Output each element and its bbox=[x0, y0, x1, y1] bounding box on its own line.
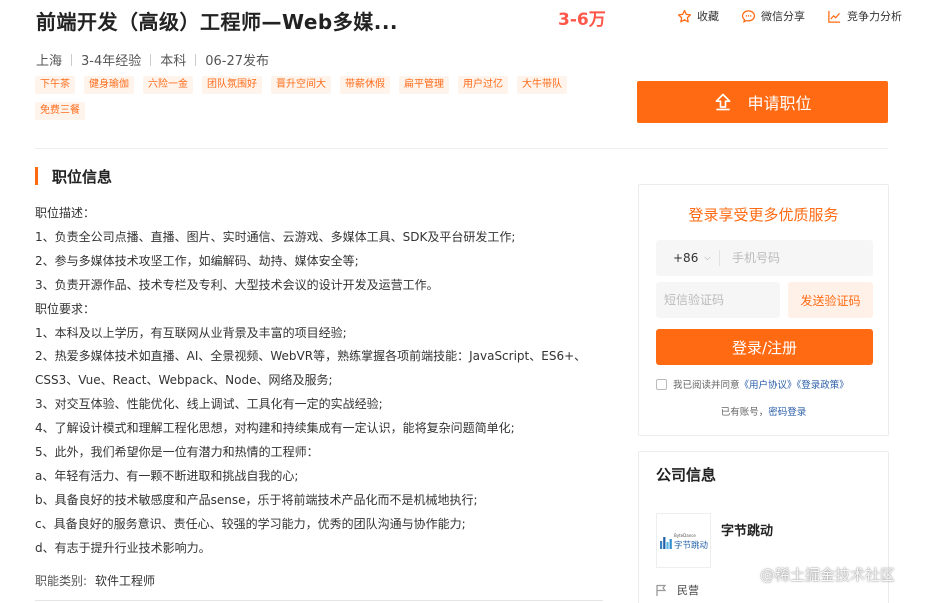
description-line: 3、负责开源作品、技术专栏及专利、大型技术会议的设计开发及运营工作。 bbox=[35, 277, 439, 292]
benefit-tag: 大牛带队 bbox=[517, 76, 567, 94]
favorite-label: 收藏 bbox=[697, 10, 719, 23]
wechat-share-label: 微信分享 bbox=[761, 10, 805, 23]
country-code-value: +86 bbox=[673, 251, 699, 265]
meta-divider bbox=[195, 53, 197, 66]
agree-checkbox[interactable] bbox=[656, 378, 667, 390]
job-title: 前端开发（高级）工程师—Web多媒... bbox=[36, 10, 399, 34]
job-category: 职能类别: 软件工程师 bbox=[35, 572, 155, 589]
description-line: c、具备良好的服务意识、责任心、较强的学习能力，优秀的团队沟通与协作能力; bbox=[35, 516, 466, 531]
send-code-button[interactable]: 发送验证码 bbox=[788, 282, 873, 318]
benefit-tags: 下午茶 健身瑜伽 六险一金 团队氛围好 晋升空间大 带薪休假 扁平管理 用户过亿… bbox=[35, 76, 595, 120]
favorite-button[interactable]: 收藏 bbox=[677, 8, 719, 24]
description-line: 1、本科及以上学历，有互联网从业背景及丰富的项目经验; bbox=[35, 325, 347, 340]
apply-job-button[interactable]: 申请职位 bbox=[637, 81, 888, 123]
job-info-title: 职位信息 bbox=[52, 167, 113, 186]
competitiveness-label: 竞争力分析 bbox=[847, 10, 902, 23]
job-description: 职位描述： 1、负责全公司点播、直播、图片、实时通信、云游戏、多媒体工具、SDK… bbox=[35, 202, 625, 561]
description-line: 职位描述： bbox=[35, 206, 96, 220]
flag-icon bbox=[656, 584, 667, 596]
benefit-tag: 带薪休假 bbox=[340, 76, 390, 94]
apply-job-label: 申请职位 bbox=[747, 94, 812, 113]
description-line: 4、了解设计模式和理解工程化思想，对构建和持续集成有一定认识，能将复杂问题简单化… bbox=[35, 421, 515, 436]
benefit-tag: 健身瑜伽 bbox=[84, 76, 134, 94]
has-account-row: 已有账号，密码登录 bbox=[639, 404, 888, 418]
company-logo[interactable]: ByteDance 字节跳动 bbox=[656, 513, 711, 568]
description-line: 1、负责全公司点播、直播、图片、实时通信、云游戏、多媒体工具、SDK及平台研发工… bbox=[35, 229, 516, 244]
phone-row: +86 ⌵ bbox=[656, 240, 873, 276]
watermark: @稀土掘金技术社区 bbox=[760, 566, 896, 584]
phone-input[interactable] bbox=[720, 251, 870, 265]
company-type-row: 民营 bbox=[656, 582, 699, 598]
agreement-row: 我已阅读并同意《用户协议》《登录政策》 bbox=[656, 377, 849, 391]
description-line: 2、参与多媒体技术攻坚工作，如编解码、劫持、媒体安全等; bbox=[35, 253, 359, 268]
competitiveness-button[interactable]: 竞争力分析 bbox=[827, 8, 902, 24]
benefit-tag: 团队氛围好 bbox=[202, 76, 262, 94]
job-meta: 上海 3-4年经验 本科 06-27发布 bbox=[36, 50, 269, 69]
header-divider bbox=[35, 148, 888, 149]
job-city: 上海 bbox=[36, 54, 63, 69]
star-icon bbox=[677, 9, 692, 22]
benefit-tag: 晋升空间大 bbox=[271, 76, 331, 94]
company-type: 民营 bbox=[677, 584, 699, 597]
benefit-tag: 扁平管理 bbox=[399, 76, 449, 94]
logo-small-text: ByteDance bbox=[674, 533, 696, 538]
login-title: 登录享受更多优质服务 bbox=[688, 206, 839, 224]
job-category-value: 软件工程师 bbox=[95, 574, 156, 588]
sms-code-input[interactable] bbox=[656, 282, 780, 318]
upload-arrow-icon bbox=[715, 93, 731, 111]
meta-divider bbox=[150, 53, 152, 66]
job-actions: 收藏 微信分享 竞争力分析 bbox=[677, 8, 902, 24]
job-experience: 3-4年经验 bbox=[81, 54, 142, 69]
description-line: 5、此外，我们希望你是一位有潜力和热情的工程师： bbox=[35, 445, 319, 460]
country-code-select[interactable]: +86 ⌵ bbox=[656, 250, 720, 266]
bytedance-logo-icon: ByteDance 字节跳动 bbox=[659, 533, 709, 551]
benefit-tag: 用户过亿 bbox=[458, 76, 508, 94]
agree-prefix: 我已阅读并同意 bbox=[673, 380, 740, 391]
description-divider bbox=[35, 600, 603, 601]
agreement-text: 我已阅读并同意《用户协议》《登录政策》 bbox=[673, 377, 849, 391]
password-login-link[interactable]: 密码登录 bbox=[768, 407, 806, 418]
privacy-policy-link[interactable]: 《登录政策》 bbox=[797, 380, 849, 391]
code-row: 发送验证码 bbox=[656, 282, 873, 318]
benefit-tag: 六险一金 bbox=[143, 76, 193, 94]
logo-text: 字节跳动 bbox=[674, 540, 709, 551]
user-agreement-link[interactable]: 《用户协议》 bbox=[740, 380, 797, 391]
description-line: a、年轻有活力、有一颗不断进取和挑战自我的心; bbox=[35, 468, 299, 483]
description-line: CSS3、Vue、React、Webpack、Node、网络及服务; bbox=[35, 373, 333, 388]
job-info-heading: 职位信息 bbox=[35, 166, 112, 186]
job-category-label: 职能类别: bbox=[35, 574, 88, 588]
has-account-text: 已有账号， bbox=[720, 407, 769, 418]
login-register-button[interactable]: 登录/注册 bbox=[656, 329, 873, 365]
login-card: 登录享受更多优质服务 +86 ⌵ 发送验证码 登录/注册 我已阅读并同意《用户协… bbox=[638, 184, 889, 436]
description-line: 职位要求： bbox=[35, 301, 96, 316]
job-published: 06-27发布 bbox=[205, 54, 270, 69]
meta-divider bbox=[71, 53, 73, 66]
salary: 3-6万 bbox=[558, 10, 606, 30]
description-line: 3、对交互体验、性能优化、线上调试、工具化有一定的实战经验; bbox=[35, 397, 383, 412]
section-accent-bar bbox=[35, 167, 38, 185]
line-chart-icon bbox=[828, 10, 841, 23]
description-line: b、具备良好的技术敏感度和产品sense，乐于将前端技术产品化而不是机械地执行; bbox=[35, 492, 478, 507]
company-name[interactable]: 字节跳动 bbox=[721, 520, 773, 539]
job-education: 本科 bbox=[160, 54, 187, 69]
description-line: d、有志于提升行业技术影响力。 bbox=[35, 540, 211, 555]
benefit-tag: 下午茶 bbox=[35, 76, 75, 94]
chevron-down-icon: ⌵ bbox=[704, 253, 711, 262]
description-line: 2、热爱多媒体技术如直播、AI、全景视频、WebVR等，熟练掌握各项前端技能：J… bbox=[35, 349, 587, 364]
chat-bubble-icon bbox=[741, 9, 756, 23]
benefit-tag: 免费三餐 bbox=[35, 102, 85, 120]
company-info-title: 公司信息 bbox=[656, 466, 717, 484]
wechat-share-button[interactable]: 微信分享 bbox=[741, 8, 805, 24]
